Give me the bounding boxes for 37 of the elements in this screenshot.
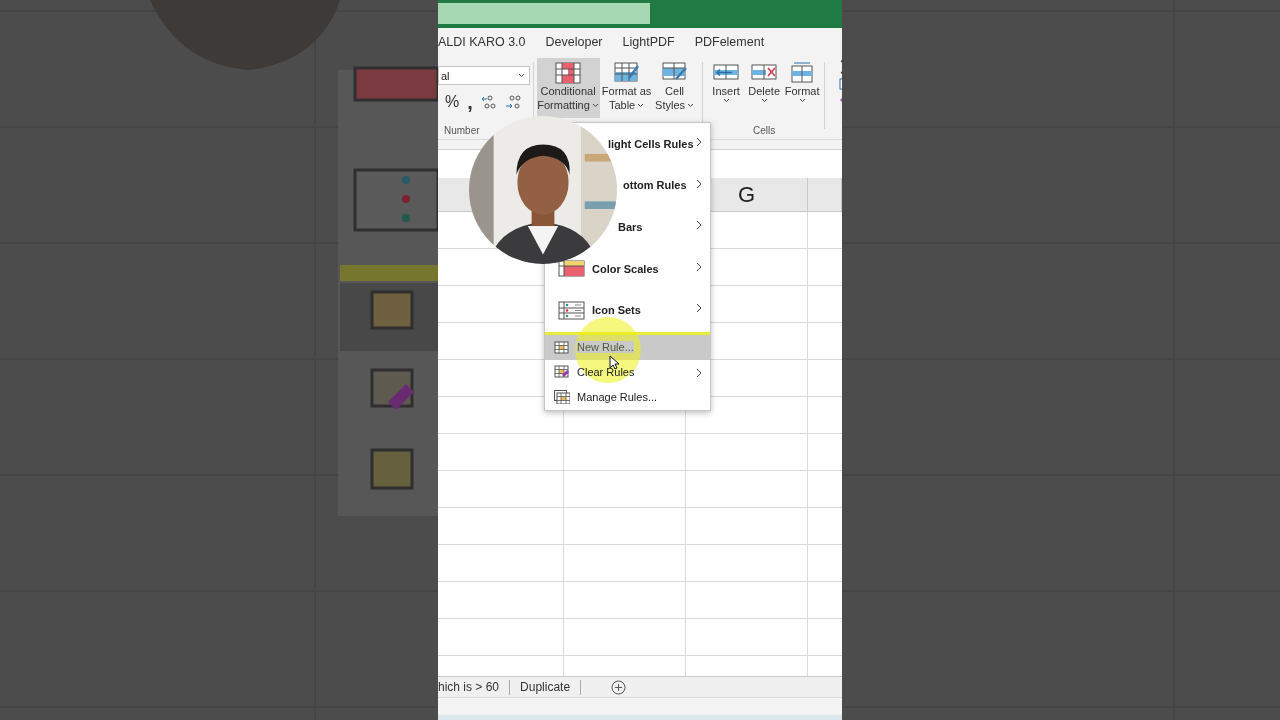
number-format-dropdown[interactable]: al: [438, 66, 530, 85]
search-field[interactable]: [438, 3, 650, 24]
percent-style-button[interactable]: %: [445, 93, 460, 111]
new-rule-icon: [554, 340, 569, 354]
menu-item[interactable]: light Cells Rules: [608, 137, 694, 150]
ribbon-button[interactable]: Cell Styles: [653, 58, 696, 118]
icon-sets-icon: [558, 300, 585, 320]
comma-style-button[interactable]: ,: [467, 93, 473, 111]
menu-item[interactable]: Color Scales: [592, 262, 659, 275]
ribbon-tab[interactable]: Developer: [545, 35, 603, 49]
decrease-decimal-icon[interactable]: [504, 94, 521, 110]
ribbon-button[interactable]: Delete: [746, 58, 783, 118]
sheet-tab[interactable]: hich is > 60: [438, 679, 511, 695]
group-label: Cells: [752, 125, 777, 136]
add-sheet-icon[interactable]: [611, 679, 627, 695]
eraser-grid-icon: [554, 365, 570, 380]
ribbon-button[interactable]: Insert: [708, 58, 745, 118]
stacked-grid-icon: [554, 390, 570, 405]
menu-item[interactable]: Bars: [618, 221, 643, 233]
menu-item[interactable]: New Rule...: [545, 334, 710, 360]
menu-item[interactable]: Icon Sets: [592, 304, 641, 317]
ribbon-button[interactable]: Conditional Formatting: [536, 58, 600, 118]
menu-item[interactable]: Manage Rules...: [545, 384, 710, 410]
table-brush-icon: [613, 62, 640, 84]
caret-icon: [518, 73, 525, 78]
ribbon-tab[interactable]: PDFelement: [694, 35, 765, 49]
color-scales-icon: [558, 260, 585, 278]
ribbon-tab[interactable]: ALDI KARO 3.0: [438, 35, 526, 49]
ribbon-button[interactable]: Format: [784, 58, 821, 118]
ribbon-tab[interactable]: LightPDF: [622, 35, 675, 49]
menu-item[interactable]: ottom Rules: [623, 179, 687, 192]
conditional-formatting-icon: [555, 62, 582, 84]
pointer-icon: [609, 355, 619, 370]
group-label: Number: [443, 125, 481, 136]
sheet-tab[interactable]: Duplicate: [510, 679, 582, 695]
increase-decimal-icon[interactable]: [480, 94, 497, 110]
ribbon-button[interactable]: Format as Table: [601, 58, 652, 118]
